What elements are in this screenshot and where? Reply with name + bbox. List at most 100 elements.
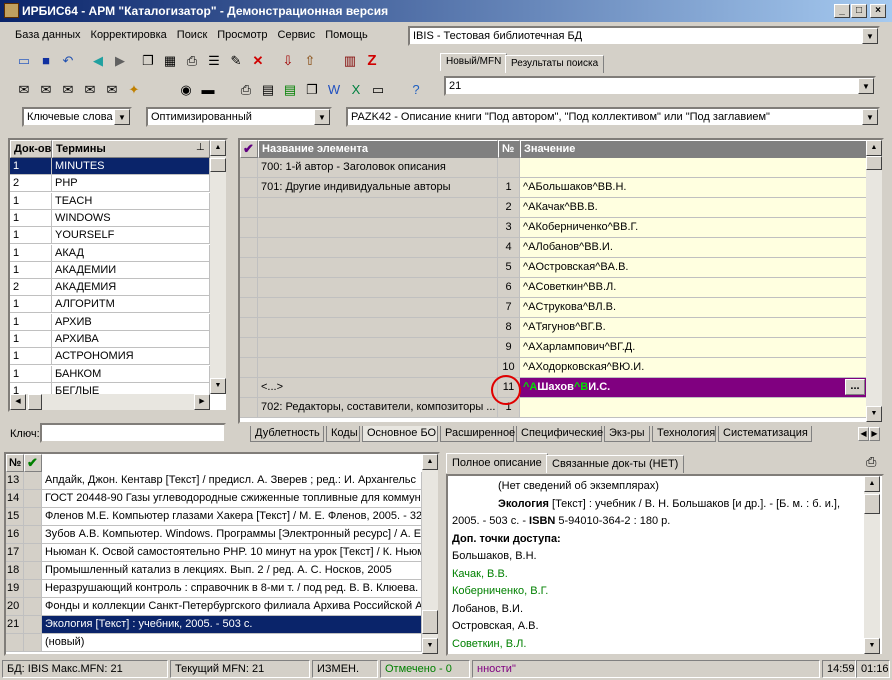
tab-full-description[interactable]: Полное описание	[446, 453, 548, 473]
scroll-up-icon[interactable]: ▲	[422, 454, 438, 470]
reply-icon[interactable]: ✉	[80, 80, 100, 100]
key-input[interactable]	[40, 423, 226, 443]
menu-search[interactable]: Поиск	[172, 25, 212, 45]
tab-editor-7[interactable]: Систематизация	[718, 426, 812, 442]
scroll-thumb[interactable]	[864, 494, 880, 514]
result-check[interactable]	[24, 562, 42, 580]
printer-icon[interactable]: ⎙	[236, 80, 256, 100]
chevron-down-icon[interactable]: ▼	[314, 109, 330, 125]
editor-value[interactable]: ^AТягунов^BГ.В.	[520, 318, 866, 338]
back-arrow-icon[interactable]: ◀	[88, 51, 108, 71]
tab-editor-5[interactable]: Экз-ры	[604, 426, 650, 442]
message-icon[interactable]: ✉	[36, 80, 56, 100]
tab-editor-0[interactable]: Дублетность	[250, 426, 324, 442]
dictionary-row[interactable]: 1 АЛГОРИТМ	[10, 296, 210, 314]
col-occurrence[interactable]: №	[498, 140, 520, 158]
chevron-down-icon[interactable]: ▼	[862, 109, 878, 125]
mfn-input[interactable]: 21 ▼	[444, 76, 876, 96]
result-row[interactable]: 17 Ньюман К. Освой самостоятельно PHP. 10…	[6, 544, 422, 562]
editor-value[interactable]: ^AКачак^BВ.В.	[520, 198, 866, 218]
report-icon[interactable]: ▤	[258, 80, 278, 100]
tab-editor-6[interactable]: Технология	[652, 426, 716, 442]
menu-database[interactable]: База данных	[10, 25, 86, 45]
result-check[interactable]	[24, 526, 42, 544]
results-vscroll[interactable]: ▲ ▼	[422, 454, 438, 654]
print-preview-icon[interactable]: ⎙	[866, 454, 876, 470]
editor-value-active[interactable]: ^AШахов^BИ.С....	[520, 378, 866, 398]
editor-row[interactable]: 7 ^AСтрукова^BЛ.В.	[240, 298, 866, 318]
dictionary-row[interactable]: 1 MINUTES	[10, 158, 210, 175]
editor-row[interactable]: 10 ^AХодорковская^BЮ.И.	[240, 358, 866, 378]
editor-row[interactable]: 9 ^AХарлампович^BГ.Д.	[240, 338, 866, 358]
pin-icon[interactable]: ⊥	[196, 142, 205, 153]
access-point[interactable]: Лобанов, В.И.	[452, 601, 878, 619]
chevron-down-icon[interactable]: ▼	[114, 109, 130, 125]
menu-view[interactable]: Просмотр	[212, 25, 272, 45]
editor-value[interactable]: ^AСоветкин^BВ.Л.	[520, 278, 866, 298]
editor-value[interactable]: ^AКоберниченко^BВ.Г.	[520, 218, 866, 238]
scroll-down-icon[interactable]: ▼	[864, 638, 880, 654]
scroll-thumb[interactable]	[210, 158, 226, 172]
menu-help[interactable]: Помощь	[320, 25, 373, 45]
col-docs[interactable]: Док-ов	[10, 140, 52, 158]
dictionary-row[interactable]: 1 АКАДЕМИИ	[10, 261, 210, 279]
scroll-right-icon[interactable]: ▶	[194, 394, 210, 410]
editor-row[interactable]: 6 ^AСоветкин^BВ.Л.	[240, 278, 866, 298]
tab-editor-1[interactable]: Коды	[326, 426, 360, 442]
excel-icon[interactable]: X	[346, 80, 366, 100]
dictionary-row[interactable]: 1 АРХИВ	[10, 313, 210, 331]
tab-editor-4[interactable]: Специфические	[516, 426, 603, 442]
editor-value[interactable]: ^AЛобанов^BВ.И.	[520, 238, 866, 258]
dictionary-row[interactable]: 1 БАНКОМ	[10, 365, 210, 383]
dictionary-vscroll[interactable]: ▲ ▼	[210, 140, 226, 394]
editor-value[interactable]: ^AХарлампович^BГ.Д.	[520, 338, 866, 358]
scroll-up-icon[interactable]: ▲	[864, 476, 880, 492]
dictionary-row[interactable]: 1 АРХИВА	[10, 331, 210, 348]
export-icon[interactable]: ⇧	[300, 51, 320, 71]
check-icon[interactable]: ✔	[240, 140, 258, 158]
col-value[interactable]: Значение	[520, 140, 868, 158]
menu-service[interactable]: Сервис	[273, 25, 321, 45]
tab-scroll-right-icon[interactable]: ▶	[869, 427, 880, 441]
editor-vscroll[interactable]: ▲ ▼	[866, 140, 882, 422]
result-check[interactable]	[24, 634, 42, 652]
dictionary-row[interactable]: 1 YOURSELF	[10, 227, 210, 245]
result-check[interactable]	[24, 616, 42, 634]
scroll-down-icon[interactable]: ▼	[210, 378, 226, 394]
scroll-thumb[interactable]	[866, 156, 882, 170]
dictionary-row[interactable]: 1 TEACH	[10, 192, 210, 210]
minimize-button[interactable]: _	[834, 4, 850, 18]
import-icon[interactable]: ⇩	[278, 51, 298, 71]
description-vscroll[interactable]: ▲ ▼	[864, 476, 880, 654]
mail-icon[interactable]: ✉	[58, 80, 78, 100]
export-green-icon[interactable]: ▤	[280, 80, 300, 100]
chevron-down-icon[interactable]: ▼	[862, 28, 878, 44]
result-check[interactable]	[24, 490, 42, 508]
result-row[interactable]: 14 ГОСТ 20448-90 Газы углеводородные сжиж…	[6, 490, 422, 508]
view-icon[interactable]: ◉	[176, 80, 196, 100]
editor-row[interactable]: 701: Другие индивидуальные авторы 1 ^AБоль…	[240, 178, 866, 198]
folder-icon[interactable]: ▬	[198, 80, 218, 100]
dictionary-row[interactable]: 1 АКАД	[10, 244, 210, 262]
col-terms[interactable]: Термины	[52, 140, 210, 158]
save-icon[interactable]: ■	[36, 51, 56, 71]
help-icon[interactable]: ?	[406, 80, 426, 100]
scroll-up-icon[interactable]: ▲	[210, 140, 226, 156]
dictionary-hscroll[interactable]: ◀ ▶	[10, 394, 210, 410]
result-check[interactable]	[24, 598, 42, 616]
editor-row[interactable]: <...> 11 ^AШахов^BИ.С....	[240, 378, 866, 398]
maximize-button[interactable]: □	[851, 4, 867, 18]
dictionary-row[interactable]: 1 АСТРОНОМИЯ	[10, 348, 210, 366]
edit-icon[interactable]: ✎	[226, 51, 246, 71]
menu-edit[interactable]: Корректировка	[86, 25, 172, 45]
tab-search-results[interactable]: Результаты поиска	[505, 55, 605, 73]
col-element-name[interactable]: Название элемента	[258, 140, 498, 158]
ellipsis-button[interactable]: ...	[845, 379, 865, 395]
result-check[interactable]	[24, 472, 42, 490]
result-row[interactable]: (новый)	[6, 634, 422, 652]
z3950-icon[interactable]: Z	[362, 51, 382, 71]
editor-value[interactable]: ^AБольшаков^BВ.Н.	[520, 178, 866, 198]
editor-value[interactable]	[520, 398, 866, 418]
forward-arrow-icon[interactable]: ▶	[110, 51, 130, 71]
editor-value[interactable]: ^AОстровская^BА.В.	[520, 258, 866, 278]
